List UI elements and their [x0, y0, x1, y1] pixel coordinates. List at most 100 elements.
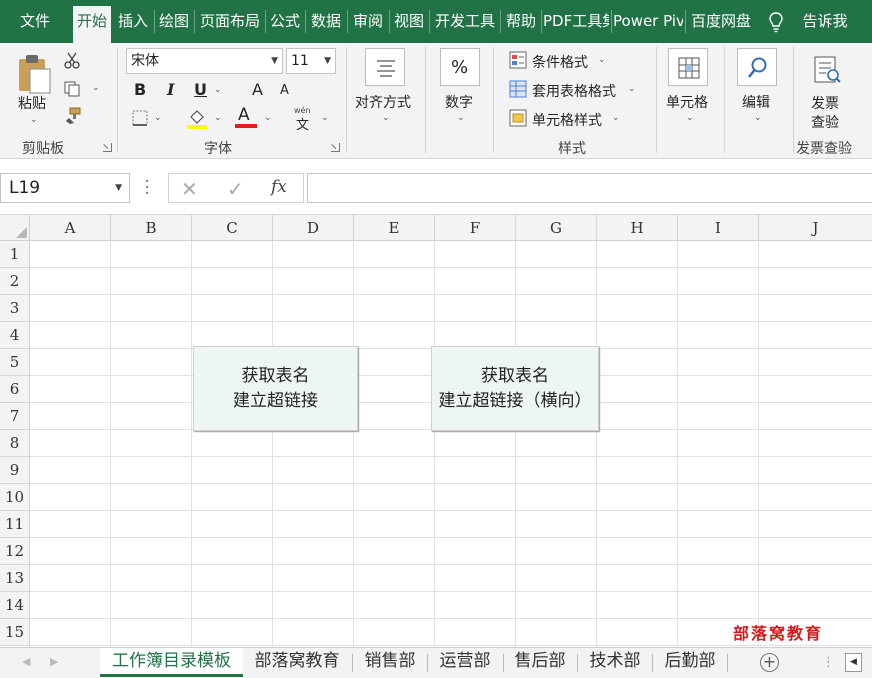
- tab-help[interactable]: 帮助: [502, 0, 540, 43]
- phonetic-dropdown-icon[interactable]: ⌄: [321, 113, 329, 123]
- underline-button[interactable]: U: [194, 80, 207, 99]
- tab-file[interactable]: 文件: [4, 0, 66, 43]
- scroll-tabs-left-icon[interactable]: ◀: [22, 655, 30, 668]
- font-color-button[interactable]: A: [235, 105, 257, 129]
- column-header-h[interactable]: H: [597, 215, 678, 241]
- font-size-select[interactable]: 11 ▼: [286, 48, 336, 74]
- sheet-tab-directory-template[interactable]: 工作簿目录模板: [100, 648, 243, 676]
- sheet-tab-buluowo[interactable]: 部落窝教育: [248, 648, 346, 676]
- italic-button[interactable]: I: [167, 80, 174, 99]
- row-header-10[interactable]: 10: [0, 484, 30, 511]
- column-header-c[interactable]: C: [192, 215, 273, 241]
- more-options-icon[interactable]: ⋮: [822, 655, 835, 670]
- tab-pdf-tools[interactable]: PDF工具集: [543, 0, 609, 43]
- tab-data[interactable]: 数据: [307, 0, 345, 43]
- grow-font-button[interactable]: A: [252, 80, 263, 99]
- conditional-format-icon[interactable]: [509, 51, 527, 69]
- invoice-check-label-line2[interactable]: 查验: [811, 112, 839, 132]
- font-color-dropdown-icon[interactable]: ⌄: [264, 113, 272, 123]
- row-header-9[interactable]: 9: [0, 457, 30, 484]
- copy-icon[interactable]: [63, 80, 81, 98]
- sheet-tab-after-sales[interactable]: 售后部: [508, 648, 572, 676]
- copy-dropdown-icon[interactable]: ⌄: [92, 83, 100, 93]
- shrink-font-button[interactable]: A: [280, 83, 289, 98]
- insert-function-button[interactable]: fx: [271, 177, 287, 197]
- chevron-down-icon[interactable]: ⌄: [628, 84, 636, 94]
- sheet-tab-sales[interactable]: 销售部: [358, 648, 422, 676]
- formula-bar-grip-icon[interactable]: [145, 177, 149, 197]
- row-header-2[interactable]: 2: [0, 268, 30, 295]
- phonetic-guide-button[interactable]: wén 文: [293, 106, 315, 133]
- column-header-f[interactable]: F: [435, 215, 516, 241]
- tab-draw[interactable]: 绘图: [156, 0, 192, 43]
- editing-label[interactable]: 编辑: [742, 92, 770, 112]
- tab-review[interactable]: 审阅: [349, 0, 387, 43]
- scroll-tabs-right-icon[interactable]: ▶: [50, 655, 58, 668]
- lightbulb-icon[interactable]: [768, 11, 784, 33]
- cell-styles-icon[interactable]: [509, 109, 527, 127]
- paste-dropdown-icon[interactable]: ⌄: [30, 115, 38, 125]
- font-name-select[interactable]: 宋体 ▼: [126, 48, 283, 74]
- row-header-11[interactable]: 11: [0, 511, 30, 538]
- worksheet-grid[interactable]: A B C D E F G H I J 1 2 3 4 5 6 7 8 9 10…: [0, 215, 872, 647]
- sheet-tab-tech[interactable]: 技术部: [583, 648, 647, 676]
- alignment-label[interactable]: 对齐方式: [355, 92, 411, 112]
- row-header-6[interactable]: 6: [0, 376, 30, 403]
- name-box[interactable]: L19 ▼: [0, 173, 130, 203]
- get-sheet-names-horizontal-button[interactable]: 获取表名 建立超链接（横向）: [431, 346, 599, 431]
- tab-developer[interactable]: 开发工具: [431, 0, 499, 43]
- cut-icon[interactable]: [63, 51, 81, 69]
- add-sheet-icon[interactable]: +: [760, 653, 779, 672]
- alignment-dropdown-icon[interactable]: ⌄: [382, 113, 390, 123]
- row-header-15[interactable]: 15: [0, 619, 30, 646]
- format-as-table-button[interactable]: 套用表格格式: [532, 81, 616, 101]
- row-header-14[interactable]: 14: [0, 592, 30, 619]
- sheet-tab-logistics[interactable]: 后勤部: [658, 648, 722, 676]
- column-header-i[interactable]: I: [678, 215, 759, 241]
- number-label[interactable]: 数字: [445, 92, 473, 112]
- tab-baidu-netdisk[interactable]: 百度网盘: [687, 0, 755, 43]
- formula-input[interactable]: [307, 173, 872, 203]
- bold-button[interactable]: B: [134, 80, 146, 99]
- format-as-table-icon[interactable]: [509, 80, 527, 98]
- fill-color-dropdown-icon[interactable]: ⌄: [214, 113, 222, 123]
- format-painter-icon[interactable]: [64, 107, 82, 125]
- row-header-5[interactable]: 5: [0, 349, 30, 376]
- border-dropdown-icon[interactable]: ⌄: [154, 113, 162, 123]
- column-header-a[interactable]: A: [30, 215, 111, 241]
- conditional-format-button[interactable]: 条件格式: [532, 52, 588, 72]
- cells-dropdown-icon[interactable]: ⌄: [686, 113, 694, 123]
- column-header-b[interactable]: B: [111, 215, 192, 241]
- chevron-down-icon[interactable]: ⌄: [598, 55, 606, 65]
- border-icon[interactable]: [131, 109, 149, 127]
- cancel-icon[interactable]: ✕: [181, 177, 198, 201]
- column-header-j[interactable]: J: [759, 215, 872, 241]
- tab-insert[interactable]: 插入: [114, 0, 152, 43]
- paste-label[interactable]: 粘贴: [18, 93, 46, 113]
- invoice-check-icon[interactable]: [812, 55, 842, 85]
- select-all-corner[interactable]: [0, 215, 30, 241]
- alignment-button-icon[interactable]: [365, 48, 405, 86]
- tab-power-pivot[interactable]: Power Pivot: [613, 0, 683, 43]
- row-header-4[interactable]: 4: [0, 322, 30, 349]
- number-button-icon[interactable]: %: [440, 48, 480, 86]
- column-header-g[interactable]: G: [516, 215, 597, 241]
- editing-dropdown-icon[interactable]: ⌄: [754, 113, 762, 123]
- row-header-7[interactable]: 7: [0, 403, 30, 430]
- row-header-13[interactable]: 13: [0, 565, 30, 592]
- tab-home[interactable]: 开始: [73, 6, 111, 43]
- number-dropdown-icon[interactable]: ⌄: [457, 113, 465, 123]
- column-header-d[interactable]: D: [273, 215, 354, 241]
- clipboard-launcher-icon[interactable]: [103, 143, 112, 152]
- chevron-down-icon[interactable]: ▼: [115, 174, 122, 202]
- row-header-3[interactable]: 3: [0, 295, 30, 322]
- row-header-12[interactable]: 12: [0, 538, 30, 565]
- row-header-8[interactable]: 8: [0, 430, 30, 457]
- chevron-down-icon[interactable]: ⌄: [612, 113, 620, 123]
- get-sheet-names-button[interactable]: 获取表名 建立超链接: [193, 346, 358, 431]
- tell-me-search[interactable]: 告诉我: [798, 0, 852, 43]
- cells-button-icon[interactable]: [668, 48, 708, 86]
- tab-formulas[interactable]: 公式: [267, 0, 303, 43]
- cells-label[interactable]: 单元格: [666, 92, 708, 112]
- editing-button-icon[interactable]: [737, 48, 777, 86]
